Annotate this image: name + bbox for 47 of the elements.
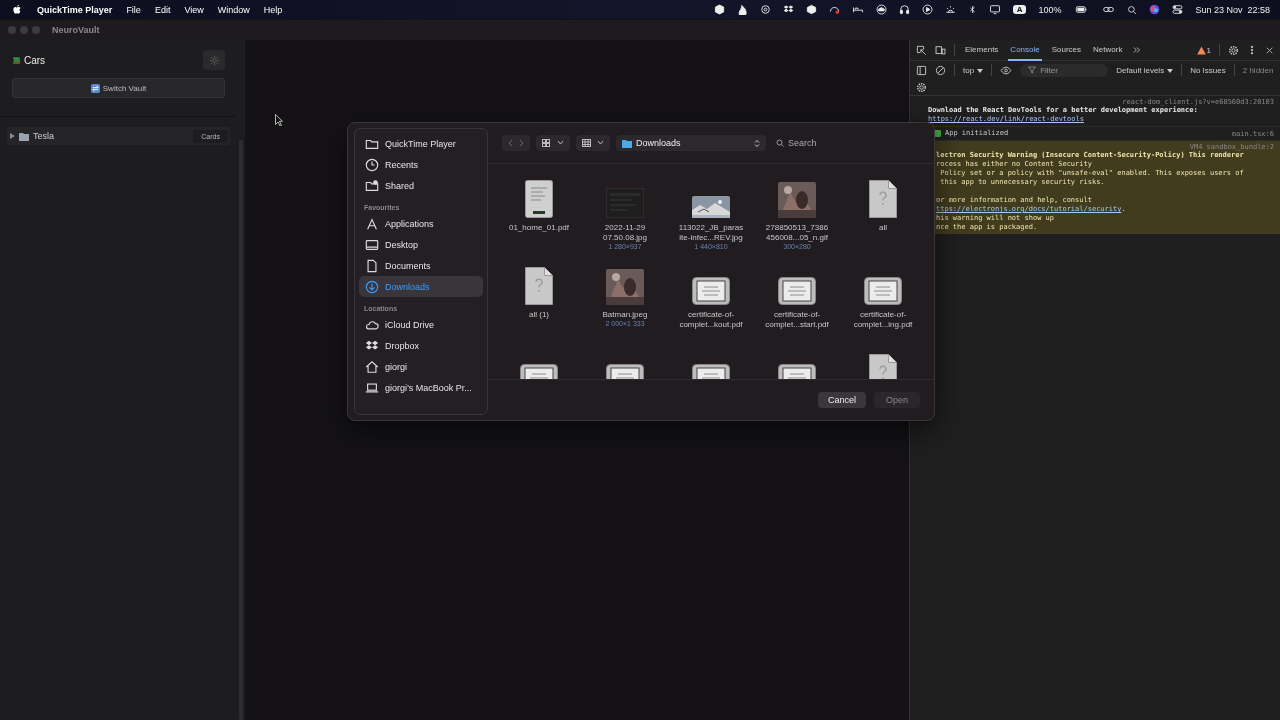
filename-label[interactable]: all (1): [529, 310, 549, 320]
sidebar-item[interactable]: giorgi: [359, 356, 483, 377]
devtools-tab[interactable]: Network: [1091, 39, 1125, 61]
filename-label[interactable]: 113022_JB_paras ite-infec...REV.jpg: [678, 223, 744, 243]
context-selector[interactable]: top: [963, 65, 984, 75]
devtools-tab[interactable]: Sources: [1049, 39, 1084, 61]
menu-item[interactable]: Help: [263, 4, 283, 15]
devtools-tab[interactable]: Elements: [963, 39, 1001, 61]
sidebar-item[interactable]: Desktop: [359, 234, 483, 255]
filename-label[interactable]: 2022-11-29 07.50.08.jpg: [602, 223, 647, 243]
menu-item[interactable]: View: [184, 4, 204, 15]
sidebar-item[interactable]: Shared: [359, 175, 483, 196]
switch-vault-button[interactable]: Switch Vault: [12, 78, 225, 98]
filename-label[interactable]: certificate-of- complet...ing.pdf: [853, 310, 913, 330]
filename-label[interactable]: Batman.jpeg: [602, 310, 648, 320]
menu-bar-clock[interactable]: Sun 23 Nov 22:58: [1195, 4, 1270, 15]
log-levels-dropdown[interactable]: Default levels: [1116, 65, 1174, 75]
dialog-button[interactable]: Cancel: [818, 392, 866, 408]
filename-label[interactable]: 01_home_01.pdf: [508, 223, 570, 233]
hidden-count: 2 hidden: [1242, 65, 1274, 75]
window-title: NeuroVault: [52, 25, 100, 35]
sidebar-item[interactable]: Applications: [359, 213, 483, 234]
sidebar-item[interactable]: Recents: [359, 154, 483, 175]
sidebar-item[interactable]: Documents: [359, 255, 483, 276]
sidebar-item[interactable]: Dropbox: [359, 335, 483, 356]
filename-label[interactable]: certificate-of- complet...start.pdf: [765, 310, 829, 330]
sidebar-item[interactable]: giorgi’s MacBook Pr...: [359, 377, 483, 398]
app-menu[interactable]: QuickTime Player: [37, 4, 113, 15]
folder-name: Tesla: [33, 131, 54, 141]
devtools-tab[interactable]: Console: [1008, 39, 1042, 61]
filename-label[interactable]: 278850513_7386 456008...05_n.gif: [765, 223, 829, 243]
warning-count[interactable]: 1: [1206, 45, 1211, 55]
filter-field[interactable]: Filter: [1020, 63, 1109, 77]
issues-button[interactable]: No Issues: [1190, 65, 1226, 75]
vault-name: Cars: [24, 54, 46, 66]
filename-label[interactable]: certificate-of- complet...kout.pdf: [679, 310, 743, 330]
search-field[interactable]: Search: [772, 135, 924, 151]
menu-item[interactable]: Window: [217, 4, 250, 15]
sidebar-item[interactable]: QuickTime Player: [359, 133, 483, 154]
sidebar-item[interactable]: Downloads: [359, 276, 483, 297]
location-dropdown[interactable]: Downloads: [616, 135, 766, 151]
sidebar-item[interactable]: iCloud Drive: [359, 314, 483, 335]
menu-item[interactable]: File: [126, 4, 141, 15]
battery-percentage: 100%: [1038, 4, 1062, 15]
menu-item[interactable]: Edit: [154, 4, 171, 15]
input-source-indicator[interactable]: A: [1012, 5, 1027, 14]
filename-label[interactable]: all: [879, 223, 887, 233]
